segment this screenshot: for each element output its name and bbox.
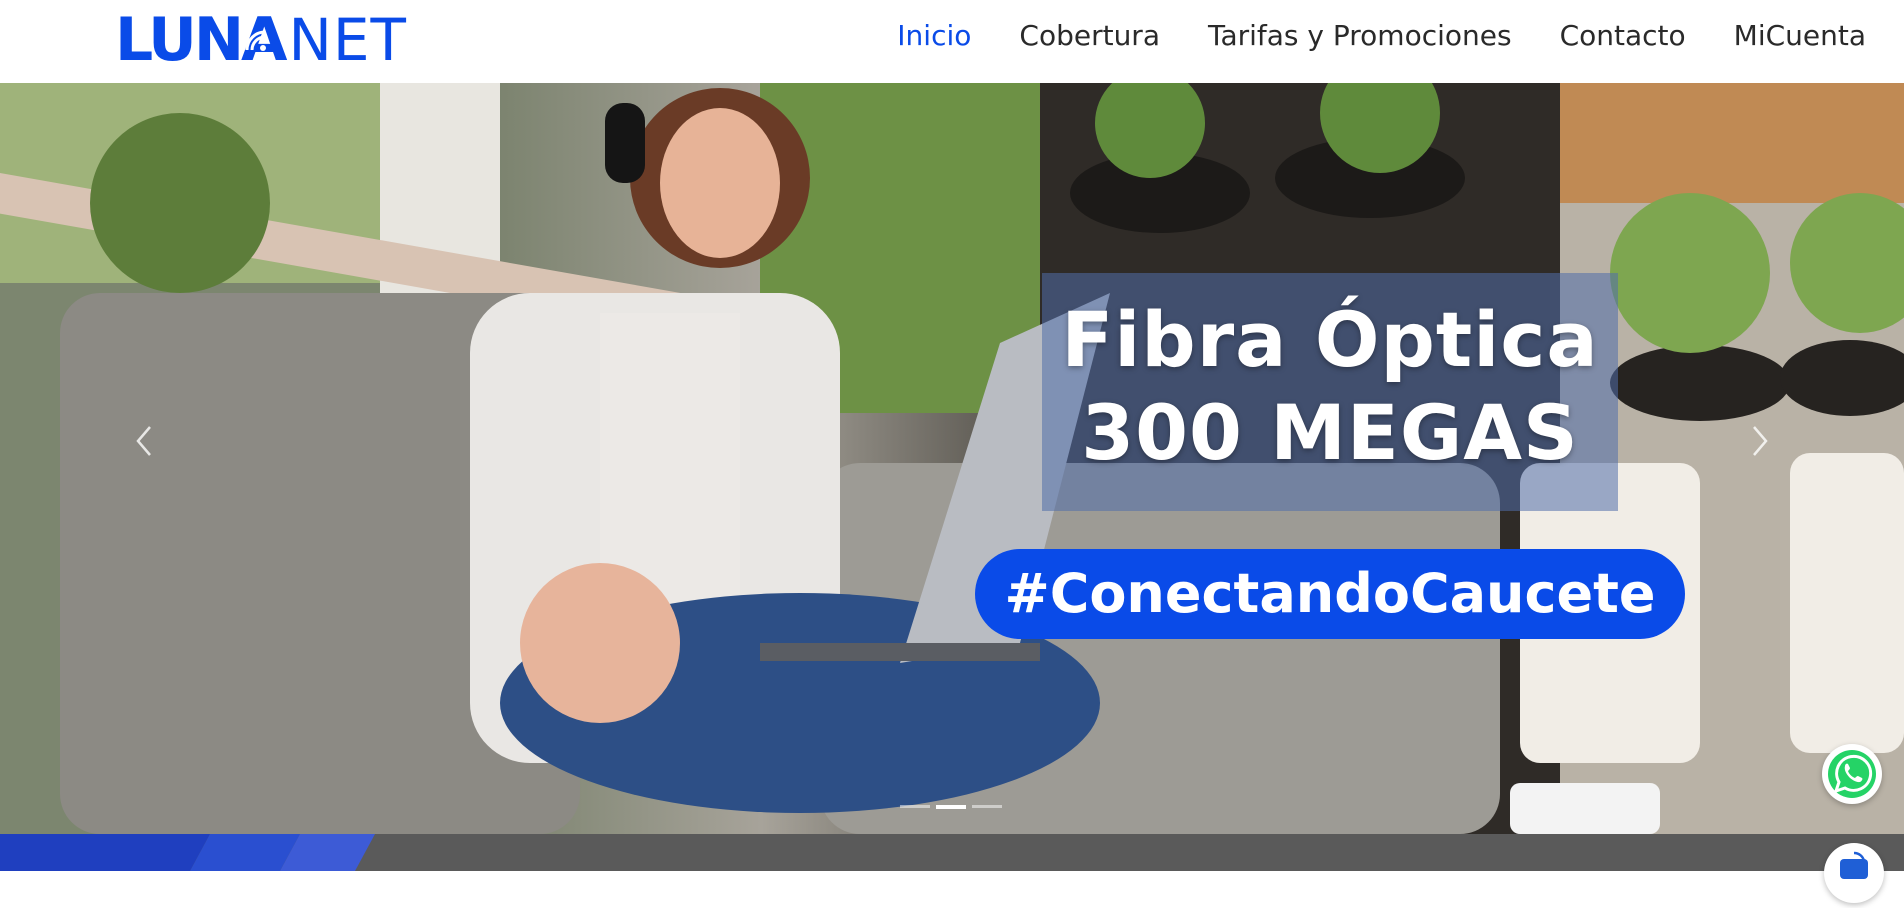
chat-button[interactable] (1824, 843, 1884, 903)
chevron-left-icon (136, 426, 151, 456)
carousel-indicator-2[interactable] (936, 805, 966, 809)
wifi-icon (245, 30, 266, 51)
whatsapp-icon (1828, 750, 1876, 798)
band-decoration (0, 834, 375, 871)
hero-photo (0, 83, 1904, 834)
headline-line-2: 300 MEGAS (1081, 388, 1579, 477)
nav-tarifas[interactable]: Tarifas y Promociones (1208, 19, 1512, 52)
carousel-indicators (900, 805, 1002, 809)
section-band (0, 834, 1904, 871)
nav-inicio[interactable]: Inicio (897, 19, 971, 52)
main-nav: Inicio Cobertura Tarifas y Promociones C… (897, 19, 1866, 52)
whatsapp-button[interactable] (1822, 744, 1882, 804)
headline-line-1: Fibra Óptica (1061, 295, 1599, 384)
carousel-indicator-1[interactable] (900, 805, 930, 808)
chevron-right-icon (1753, 426, 1768, 456)
nav-contacto[interactable]: Contacto (1560, 19, 1686, 52)
hashtag-pill: #ConectandoCaucete (975, 549, 1685, 639)
hero-carousel: Fibra Óptica 300 MEGAS #ConectandoCaucet… (0, 83, 1904, 834)
nav-micuenta[interactable]: MiCuenta (1734, 19, 1866, 52)
nav-cobertura[interactable]: Cobertura (1019, 19, 1160, 52)
carousel-indicator-3[interactable] (972, 805, 1002, 808)
site-header: LUNA NET Inicio Cobertura Tarifas y Prom… (0, 0, 1904, 83)
headline-box: Fibra Óptica 300 MEGAS (1042, 273, 1618, 511)
carousel-prev-button[interactable] (130, 421, 160, 461)
chat-icon (1840, 851, 1868, 879)
lunanet-logo[interactable]: LUNA NET (115, 5, 407, 75)
logo-net-text: NET (288, 6, 407, 74)
carousel-next-button[interactable] (1744, 421, 1774, 461)
